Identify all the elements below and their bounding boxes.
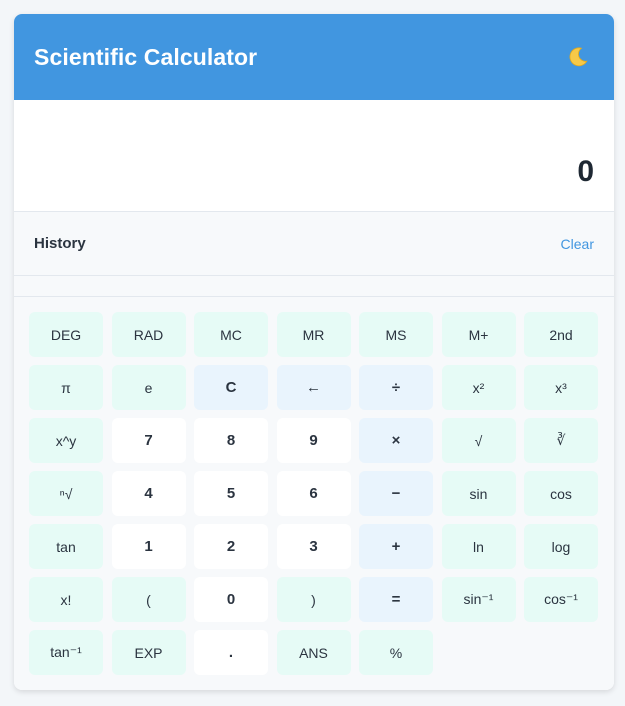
factorial-key[interactable]: x! xyxy=(29,577,103,622)
eight-key[interactable]: 8 xyxy=(194,418,268,463)
clear-key[interactable]: C xyxy=(194,365,268,410)
m-plus-key[interactable]: M+ xyxy=(441,312,516,357)
zero-key[interactable]: 0 xyxy=(194,577,268,622)
sin-key[interactable]: sin xyxy=(441,471,516,516)
sqrt-key[interactable]: √ xyxy=(441,418,516,463)
ln-key[interactable]: ln xyxy=(441,524,516,569)
one-key[interactable]: 1 xyxy=(111,524,186,569)
cos-key[interactable]: cos xyxy=(524,471,598,516)
nine-key[interactable]: 9 xyxy=(276,418,351,463)
history-list xyxy=(14,276,614,297)
four-key[interactable]: 4 xyxy=(111,471,186,516)
open-paren-key[interactable]: ( xyxy=(111,577,186,622)
moon-icon xyxy=(569,47,588,67)
cube-key[interactable]: x³ xyxy=(524,365,598,410)
equals-key[interactable]: = xyxy=(359,577,433,622)
display: 0 xyxy=(14,100,614,212)
pi-key[interactable]: π xyxy=(29,365,103,410)
divide-key[interactable]: ÷ xyxy=(359,365,433,410)
e-key[interactable]: e xyxy=(111,365,186,410)
tan-key[interactable]: tan xyxy=(29,524,103,569)
backspace-key[interactable]: ← xyxy=(276,365,351,410)
second-key[interactable]: 2nd xyxy=(524,312,598,357)
decimal-key[interactable]: . xyxy=(194,630,268,675)
multiply-key[interactable]: × xyxy=(359,418,433,463)
theme-toggle-button[interactable] xyxy=(562,41,594,73)
nth-root-key[interactable]: ⁿ√ xyxy=(29,471,103,516)
exp-key[interactable]: EXP xyxy=(111,630,186,675)
two-key[interactable]: 2 xyxy=(194,524,268,569)
subtract-key[interactable]: − xyxy=(359,471,433,516)
rad-key[interactable]: RAD xyxy=(111,312,186,357)
six-key[interactable]: 6 xyxy=(276,471,351,516)
ans-key[interactable]: ANS xyxy=(276,630,351,675)
history-title: History xyxy=(34,235,86,252)
cbrt-key[interactable]: ∛ xyxy=(524,418,598,463)
display-value: 0 xyxy=(577,155,594,188)
log-key[interactable]: log xyxy=(524,524,598,569)
percent-key[interactable]: % xyxy=(359,630,433,675)
asin-key[interactable]: sin⁻¹ xyxy=(441,577,516,622)
atan-key[interactable]: tan⁻¹ xyxy=(29,630,103,675)
history-header: History Clear xyxy=(14,212,614,276)
add-key[interactable]: + xyxy=(359,524,433,569)
three-key[interactable]: 3 xyxy=(276,524,351,569)
square-key[interactable]: x² xyxy=(441,365,516,410)
app-title: Scientific Calculator xyxy=(34,43,258,70)
close-paren-key[interactable]: ) xyxy=(276,577,351,622)
keypad: DEG RAD MC MR MS M+ 2nd π e C ← ÷ x² x³ x^y 7 8 9 × √ ∛ ⁿ√ 4 5 6… xyxy=(14,297,614,690)
deg-key[interactable]: DEG xyxy=(29,312,103,357)
history-clear-button[interactable]: Clear xyxy=(561,236,594,252)
seven-key[interactable]: 7 xyxy=(111,418,186,463)
calculator: Scientific Calculator 0 History Clear DE… xyxy=(14,14,614,690)
power-key[interactable]: x^y xyxy=(29,418,103,463)
header: Scientific Calculator xyxy=(14,14,614,100)
acos-key[interactable]: cos⁻¹ xyxy=(524,577,598,622)
ms-key[interactable]: MS xyxy=(359,312,433,357)
five-key[interactable]: 5 xyxy=(194,471,268,516)
mc-key[interactable]: MC xyxy=(194,312,268,357)
mr-key[interactable]: MR xyxy=(276,312,351,357)
